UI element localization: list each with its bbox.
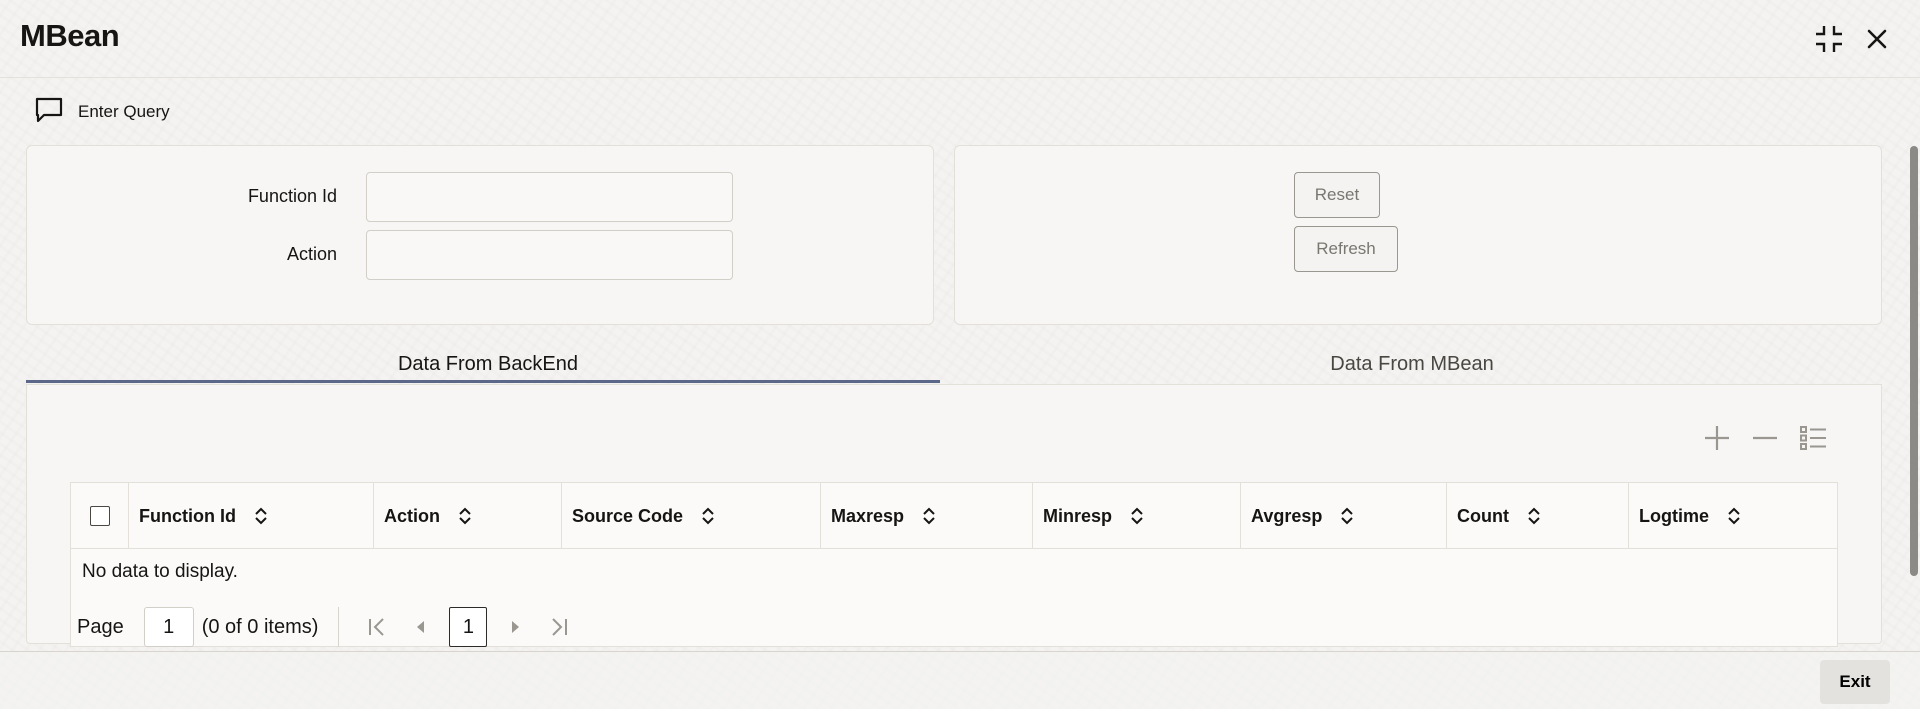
- column-header-minresp[interactable]: Minresp: [1033, 483, 1241, 549]
- current-page[interactable]: 1: [449, 607, 488, 647]
- enter-query-button[interactable]: Enter Query: [34, 96, 170, 128]
- footer-bar: Exit: [0, 651, 1920, 709]
- list-view-icon[interactable]: [1799, 424, 1827, 452]
- function-id-input[interactable]: [366, 172, 733, 222]
- exit-button[interactable]: Exit: [1820, 660, 1890, 704]
- column-header-count[interactable]: Count: [1447, 483, 1629, 549]
- sort-icon[interactable]: [1527, 507, 1541, 525]
- action-input[interactable]: [366, 230, 733, 280]
- next-page-icon[interactable]: [499, 611, 531, 643]
- tab-data-from-mbean[interactable]: Data From MBean: [950, 344, 1874, 384]
- action-label: Action: [286, 244, 337, 264]
- column-header-logtime[interactable]: Logtime: [1629, 483, 1837, 549]
- page-number-input[interactable]: 1: [143, 607, 194, 647]
- items-summary: (0 of 0 items): [201, 615, 319, 638]
- select-all-cell: [71, 483, 129, 549]
- column-header-function-id[interactable]: Function Id: [129, 483, 374, 549]
- query-form-panel: Function Id Action: [26, 145, 934, 325]
- empty-message: No data to display.: [82, 561, 238, 582]
- column-header-action[interactable]: Action: [374, 483, 562, 549]
- reset-button[interactable]: Reset: [1294, 172, 1380, 218]
- sort-icon[interactable]: [1130, 507, 1144, 525]
- active-tab-indicator: [26, 380, 940, 383]
- remove-icon[interactable]: [1751, 424, 1779, 452]
- previous-page-icon[interactable]: [405, 611, 437, 643]
- last-page-icon[interactable]: [543, 611, 575, 643]
- actions-panel: Reset Refresh: [954, 145, 1882, 325]
- vertical-scrollbar[interactable]: [1910, 146, 1918, 576]
- column-header-maxresp[interactable]: Maxresp: [821, 483, 1033, 549]
- page-title: MBean: [20, 18, 120, 53]
- table-header: Function Id Action Source Code Maxresp M…: [71, 483, 1837, 549]
- select-all-checkbox[interactable]: [89, 506, 110, 526]
- sort-icon[interactable]: [1340, 507, 1354, 525]
- first-page-icon[interactable]: [361, 611, 393, 643]
- add-icon[interactable]: [1703, 424, 1731, 452]
- refresh-button[interactable]: Refresh: [1294, 226, 1398, 272]
- function-id-label: Function Id: [247, 186, 337, 206]
- grid-toolbar: [1703, 424, 1827, 452]
- sort-icon[interactable]: [701, 507, 715, 525]
- chat-bubble-icon: [34, 96, 64, 129]
- enter-query-label: Enter Query: [78, 102, 170, 121]
- pager-divider: [338, 607, 340, 647]
- column-header-source-code[interactable]: Source Code: [562, 483, 821, 549]
- sort-icon[interactable]: [458, 507, 472, 525]
- sort-icon[interactable]: [1727, 507, 1741, 525]
- header-divider: [0, 77, 1920, 78]
- page-label: Page: [77, 615, 124, 638]
- pagination: Page 1 (0 of 0 items) 1: [77, 606, 587, 648]
- sort-icon[interactable]: [254, 507, 268, 525]
- close-icon[interactable]: [1860, 22, 1894, 56]
- tab-data-from-backend[interactable]: Data From BackEnd: [26, 344, 950, 384]
- column-header-avgresp[interactable]: Avgresp: [1241, 483, 1447, 549]
- collapse-icon[interactable]: [1812, 22, 1846, 56]
- sort-icon[interactable]: [922, 507, 936, 525]
